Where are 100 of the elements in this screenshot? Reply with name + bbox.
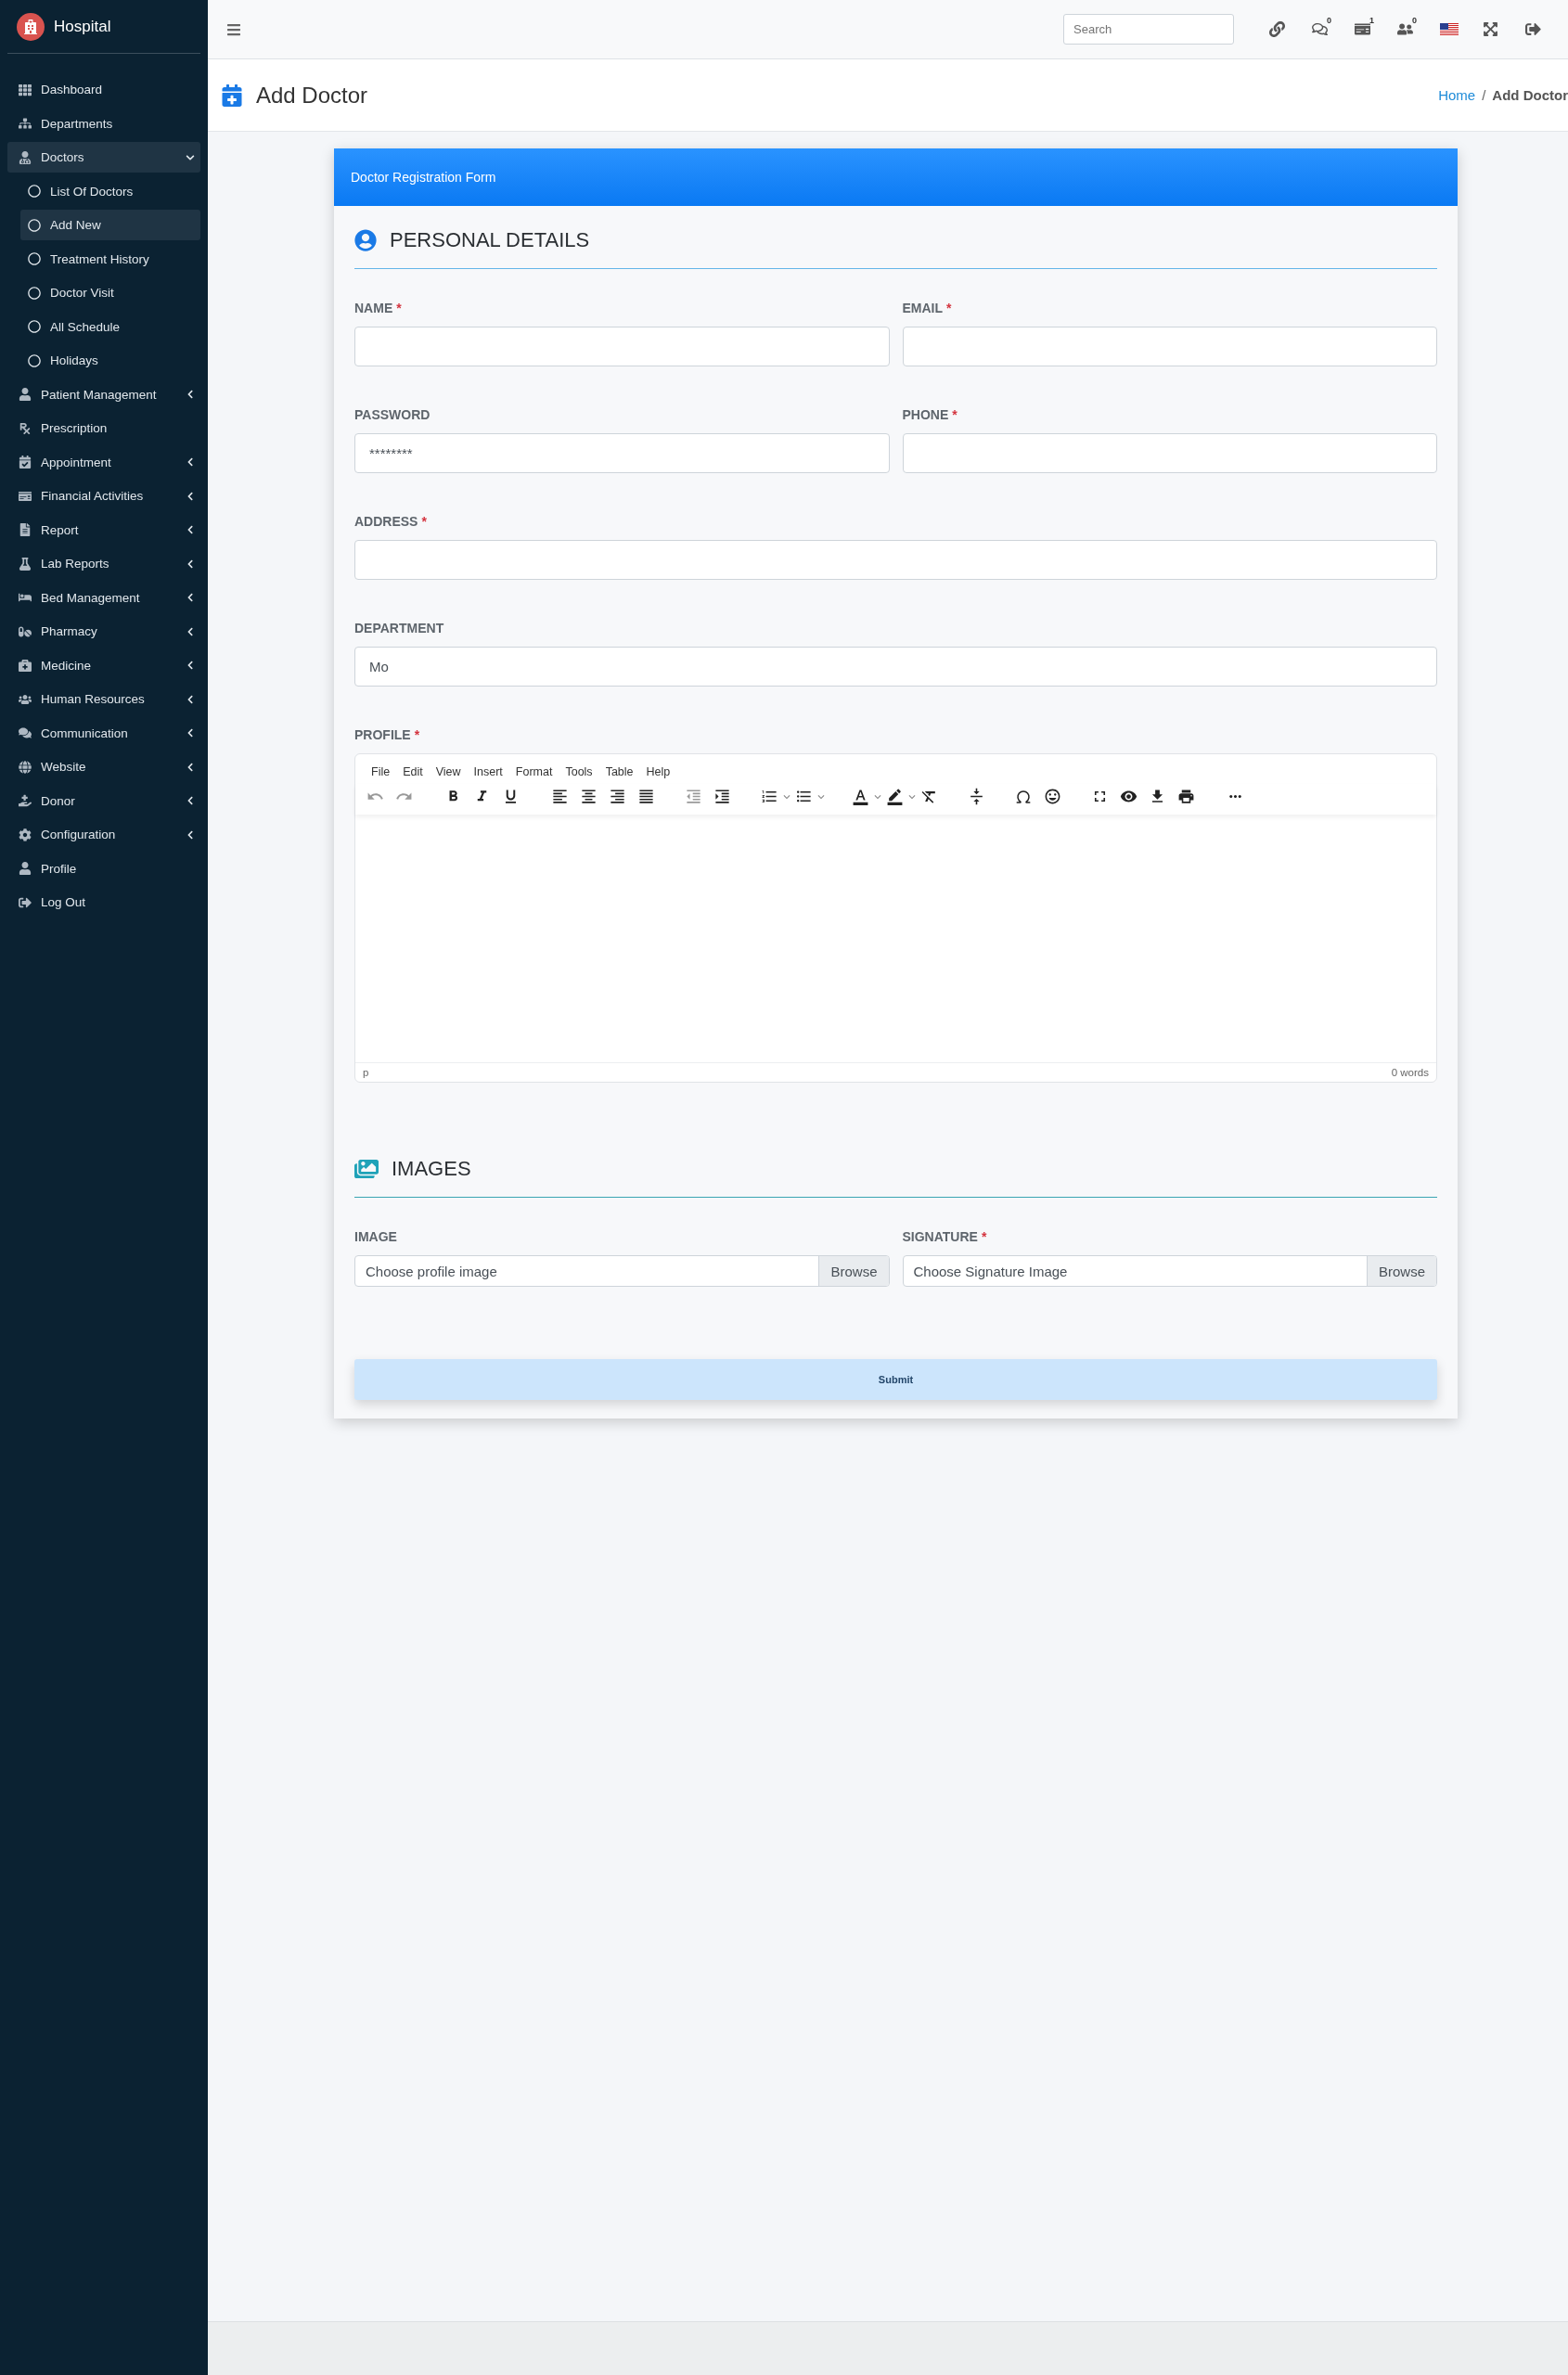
omega-icon[interactable] — [1015, 788, 1032, 805]
hand-icon — [19, 794, 32, 807]
nav-item[interactable]: Lab Reports — [7, 548, 200, 579]
align-center-icon[interactable] — [580, 788, 598, 805]
menu-item[interactable]: Table — [605, 765, 634, 778]
nav-item[interactable]: Human Resources — [7, 684, 200, 714]
element-path: p — [363, 1067, 369, 1078]
rich-text-editor[interactable]: File Edit View Insert Format Tools Table Help p 0 words — [354, 753, 1437, 1083]
nav-subitem[interactable]: All Schedule — [20, 311, 200, 342]
doctor-icon — [19, 150, 32, 164]
chat-icon[interactable] — [1312, 21, 1328, 37]
submit-button[interactable]: Submit — [354, 1359, 1437, 1400]
nav-subitem[interactable]: Add New — [20, 210, 200, 240]
nav-subitem[interactable]: Holidays — [20, 345, 200, 376]
nav-item[interactable]: Prescription — [7, 413, 200, 443]
input-field[interactable] — [354, 540, 1437, 580]
nav-subitem[interactable]: Doctor Visit — [20, 277, 200, 308]
prescription-icon — [19, 421, 32, 435]
field-label: PHONE — [902, 407, 949, 422]
nav-item[interactable]: Financial Activities — [7, 481, 200, 511]
menu-item[interactable]: Edit — [403, 765, 423, 778]
menu-item[interactable]: File — [371, 765, 391, 778]
nav-item[interactable]: Patient Management — [7, 379, 200, 410]
users-icon — [19, 692, 32, 706]
outdent-icon[interactable] — [685, 788, 702, 805]
search-field[interactable]: Search — [1063, 14, 1234, 45]
required-mark: * — [414, 727, 420, 742]
nav-item[interactable]: Report — [7, 514, 200, 546]
medical-case-icon — [19, 659, 32, 672]
count-label: 0 — [1327, 16, 1331, 25]
nav-item[interactable]: Donor — [7, 785, 200, 816]
nav-item[interactable]: Profile — [7, 853, 200, 884]
nav-subitem[interactable]: List Of Doctors — [20, 175, 200, 207]
file-input[interactable]: Choose profile image Browse — [354, 1255, 890, 1287]
nav-item[interactable]: Doctors — [7, 142, 200, 173]
logout-icon — [19, 895, 32, 909]
required-mark: * — [952, 407, 958, 422]
user-icon — [19, 862, 32, 875]
section-heading: IMAGES — [392, 1156, 471, 1181]
field-label: EMAIL — [902, 301, 944, 315]
menu-item[interactable]: Tools — [565, 765, 593, 778]
sitemap-icon — [19, 117, 32, 130]
breadcrumb-current: Add Doctor — [1492, 87, 1568, 103]
section-heading: PERSONAL DETAILS — [390, 227, 590, 252]
highlighter-icon[interactable] — [886, 788, 904, 805]
numbered-list-icon[interactable] — [761, 788, 778, 805]
link-icon[interactable] — [1269, 21, 1285, 37]
input-field[interactable]: Mo — [354, 647, 1437, 687]
logout-icon[interactable] — [1525, 21, 1541, 37]
emoji-icon[interactable] — [1044, 788, 1061, 805]
menu-icon[interactable] — [226, 21, 241, 37]
input-field[interactable] — [902, 327, 1437, 366]
breadcrumb-separator: / — [1482, 87, 1486, 103]
fullscreen-icon[interactable] — [1483, 21, 1498, 37]
nav-subitem[interactable]: Treatment History — [20, 243, 200, 275]
flask-icon — [19, 557, 32, 571]
card-icon[interactable] — [1355, 21, 1370, 37]
field-label: PROFILE — [354, 727, 411, 742]
nav-item[interactable]: Medicine — [7, 649, 200, 681]
input-field[interactable] — [354, 327, 890, 366]
browse-button[interactable]: Browse — [1366, 1256, 1436, 1286]
page-title: Add Doctor — [256, 82, 368, 109]
input-field[interactable] — [902, 433, 1437, 473]
nav-item[interactable]: Appointment — [7, 446, 200, 478]
required-mark: * — [396, 301, 402, 315]
menu-item[interactable]: Help — [646, 765, 671, 778]
breadcrumb-link[interactable]: Home — [1438, 87, 1476, 103]
settings-icon — [19, 828, 32, 841]
nav-item[interactable]: Log Out — [7, 887, 200, 918]
menu-item[interactable]: View — [435, 765, 461, 778]
align-left-icon[interactable] — [551, 788, 569, 805]
users-icon[interactable] — [1397, 21, 1413, 37]
nav-item[interactable]: Departments — [7, 108, 200, 139]
nav-item[interactable]: Dashboard — [7, 74, 200, 105]
required-mark: * — [421, 514, 427, 529]
menu-item[interactable]: Format — [515, 765, 553, 778]
user-icon — [19, 388, 32, 401]
nav-item[interactable]: Communication — [7, 717, 200, 749]
required-mark: * — [946, 301, 952, 315]
align-justify-icon[interactable] — [637, 788, 655, 805]
calendar-plus-icon — [221, 83, 243, 107]
menu-item[interactable]: Insert — [473, 765, 503, 778]
print-icon[interactable] — [1177, 788, 1195, 805]
nav-item[interactable]: Bed Management — [7, 582, 200, 613]
input-field[interactable]: ******** — [354, 433, 890, 473]
nav-item[interactable]: Website — [7, 751, 200, 782]
bed-icon — [19, 591, 32, 604]
browse-button[interactable]: Browse — [818, 1256, 889, 1286]
file-input[interactable]: Choose Signature Image Browse — [902, 1255, 1437, 1287]
indent-icon[interactable] — [713, 788, 731, 805]
page-break-icon[interactable] — [968, 788, 985, 805]
align-right-icon[interactable] — [609, 788, 626, 805]
flag-icon[interactable] — [1440, 22, 1459, 36]
pills-icon — [19, 624, 32, 638]
required-mark: * — [981, 1229, 987, 1244]
field-label: IMAGE — [354, 1229, 397, 1244]
nav-item[interactable]: Pharmacy — [7, 616, 200, 647]
nav-item[interactable]: Configuration — [7, 819, 200, 850]
text-color-icon[interactable] — [852, 788, 869, 805]
hospital-icon — [23, 19, 38, 34]
